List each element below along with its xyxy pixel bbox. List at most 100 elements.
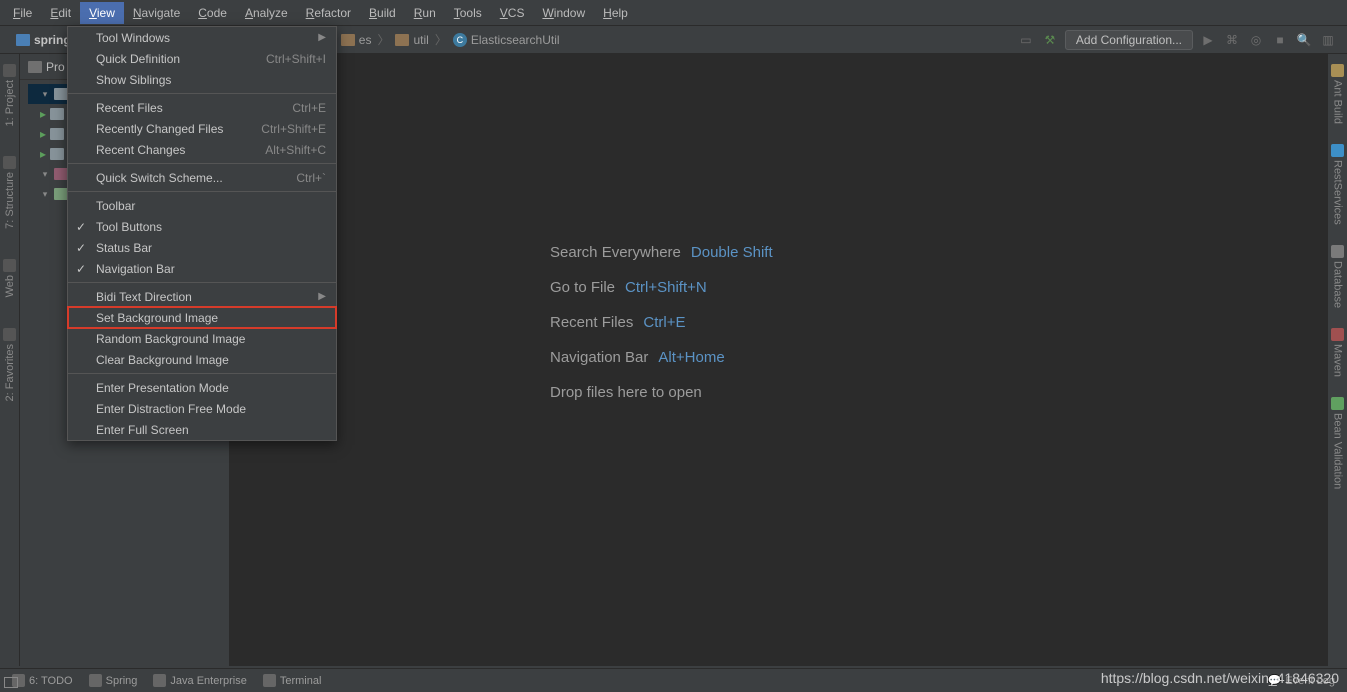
menu-file[interactable]: File <box>4 2 41 24</box>
left-tab-web[interactable]: Web <box>3 259 16 297</box>
stop-icon[interactable]: ■ <box>1271 31 1289 49</box>
bottom-tab-label: Spring <box>106 675 138 687</box>
right-tab-maven[interactable]: Maven <box>1331 328 1344 377</box>
menu-item-clear-background-image[interactable]: Clear Background Image <box>68 349 336 370</box>
tablet-icon[interactable]: ▭ <box>1017 31 1035 49</box>
welcome-shortcut: Alt+Home <box>658 349 724 366</box>
project-view-icon <box>28 61 42 73</box>
menu-edit[interactable]: Edit <box>41 2 80 24</box>
tool-window-label: Database <box>1332 261 1344 308</box>
right-tab-database[interactable]: Database <box>1331 245 1344 308</box>
menu-analyze[interactable]: Analyze <box>236 2 297 24</box>
menu-item-enter-distraction-free-mode[interactable]: Enter Distraction Free Mode <box>68 398 336 419</box>
menu-help[interactable]: Help <box>594 2 637 24</box>
run-coverage-icon[interactable]: ◎ <box>1247 31 1265 49</box>
folder-icon <box>50 128 64 140</box>
welcome-row: Go to FileCtrl+Shift+N <box>550 279 773 296</box>
welcome-label: Search Everywhere <box>550 244 681 261</box>
debug-icon[interactable]: ⌘ <box>1223 31 1241 49</box>
menu-item-label: Enter Presentation Mode <box>96 381 229 395</box>
folder-icon <box>50 108 64 120</box>
right-tab-bean-validation[interactable]: Bean Validation <box>1331 397 1344 489</box>
bottom-tab-icon <box>89 674 102 687</box>
menu-item-quick-definition[interactable]: Quick DefinitionCtrl+Shift+I <box>68 48 336 69</box>
run-play-icon[interactable]: ▶ <box>1199 31 1217 49</box>
menu-refactor[interactable]: Refactor <box>297 2 360 24</box>
left-tool-strip: 1: Project 7: Structure Web 2: Favorites <box>0 54 20 666</box>
menu-item-tool-windows[interactable]: Tool Windows▶ <box>68 27 336 48</box>
welcome-shortcut: Ctrl+E <box>643 314 685 331</box>
project-panel-title: Pro <box>46 60 65 74</box>
menu-item-enter-presentation-mode[interactable]: Enter Presentation Mode <box>68 377 336 398</box>
check-icon: ✓ <box>76 220 86 234</box>
menu-item-status-bar[interactable]: ✓Status Bar <box>68 237 336 258</box>
menu-item-quick-switch-scheme---[interactable]: Quick Switch Scheme...Ctrl+` <box>68 167 336 188</box>
welcome-shortcut: Double Shift <box>691 244 773 261</box>
right-tab-ant-build[interactable]: Ant Build <box>1331 64 1344 124</box>
tool-window-icon <box>3 156 16 169</box>
menu-item-label: Random Background Image <box>96 332 245 346</box>
class-icon: C <box>453 33 467 47</box>
view-menu-dropdown: Tool Windows▶Quick DefinitionCtrl+Shift+… <box>67 26 337 441</box>
bottom-tab-terminal[interactable]: Terminal <box>263 674 322 687</box>
bottom-tab-java-enterprise[interactable]: Java Enterprise <box>153 674 246 687</box>
menu-item-tool-buttons[interactable]: ✓ Tool Buttons <box>68 216 336 237</box>
menu-navigate[interactable]: Navigate <box>124 2 189 24</box>
expand-icon: ▾ <box>40 169 50 180</box>
search-icon[interactable]: 🔍 <box>1295 31 1313 49</box>
scratch-icon <box>54 188 68 200</box>
editor-empty-state: Search EverywhereDouble ShiftGo to FileC… <box>230 54 1327 666</box>
expand-icon: ▾ <box>40 89 50 100</box>
menu-item-recent-changes[interactable]: Recent ChangesAlt+Shift+C <box>68 139 336 160</box>
menu-item-toolbar[interactable]: Toolbar <box>68 195 336 216</box>
menu-item-recently-changed-files[interactable]: Recently Changed FilesCtrl+Shift+E <box>68 118 336 139</box>
welcome-label: Navigation Bar <box>550 349 648 366</box>
left-tab----structure[interactable]: 7: Structure <box>3 156 16 229</box>
menu-build[interactable]: Build <box>360 2 405 24</box>
tool-window-icon <box>1331 144 1344 157</box>
menu-item-label: Recent Files <box>96 101 163 115</box>
build-hammer-icon[interactable]: ⚒ <box>1041 31 1059 49</box>
welcome-row: Navigation Bar Alt+Home <box>550 349 773 366</box>
welcome-label: Recent Files <box>550 314 633 331</box>
ide-status-icon[interactable] <box>4 677 18 688</box>
bottom-tab-label: 6: TODO <box>29 675 73 687</box>
toolwindow-layout-icon[interactable]: ▥ <box>1319 31 1337 49</box>
left-tab----favorites[interactable]: 2: Favorites <box>3 328 16 401</box>
menu-item-label: Tool Windows <box>96 31 170 45</box>
menu-item-show-siblings[interactable]: Show Siblings <box>68 69 336 90</box>
menu-item-label: Tool Buttons <box>96 220 162 234</box>
menu-item-recent-files[interactable]: Recent FilesCtrl+E <box>68 97 336 118</box>
tool-window-icon <box>1331 245 1344 258</box>
menu-window[interactable]: Window <box>533 2 594 24</box>
run-config-selector[interactable]: Add Configuration... <box>1065 30 1193 50</box>
menu-code[interactable]: Code <box>189 2 236 24</box>
left-tab----project[interactable]: 1: Project <box>3 64 16 126</box>
menu-item-random-background-image[interactable]: Random Background Image <box>68 328 336 349</box>
menu-run[interactable]: Run <box>405 2 445 24</box>
menu-vcs[interactable]: VCS <box>491 2 534 24</box>
tool-window-label: Ant Build <box>1332 80 1344 124</box>
bottom-tab-spring[interactable]: Spring <box>89 674 138 687</box>
right-tab-restservices[interactable]: RestServices <box>1331 144 1344 225</box>
menu-item-navigation-bar[interactable]: ✓Navigation Bar <box>68 258 336 279</box>
menu-item-enter-full-screen[interactable]: Enter Full Screen <box>68 419 336 440</box>
breadcrumb-util[interactable]: util <box>391 33 432 47</box>
tool-window-label: Bean Validation <box>1332 413 1344 489</box>
tool-window-icon <box>1331 397 1344 410</box>
menu-item-label: Navigation Bar <box>96 262 175 276</box>
menu-tools[interactable]: Tools <box>445 2 491 24</box>
breadcrumb-ElasticsearchUtil[interactable]: CElasticsearchUtil <box>449 33 564 47</box>
menu-item-shortcut: Ctrl+` <box>296 171 326 185</box>
project-label[interactable]: spring <box>0 33 71 47</box>
breadcrumb-es[interactable]: es <box>337 33 376 47</box>
menu-item-bidi-text-direction[interactable]: Bidi Text Direction▶ <box>68 286 336 307</box>
menu-separator <box>68 163 336 164</box>
menu-item-set-background-image[interactable]: Set Background Image <box>68 307 336 328</box>
menu-view[interactable]: View <box>80 2 124 24</box>
menu-separator <box>68 93 336 94</box>
welcome-label: Go to File <box>550 279 615 296</box>
project-folder-icon <box>16 34 30 46</box>
bottom-tab-icon <box>153 674 166 687</box>
menu-item-shortcut: Ctrl+Shift+E <box>261 122 326 136</box>
